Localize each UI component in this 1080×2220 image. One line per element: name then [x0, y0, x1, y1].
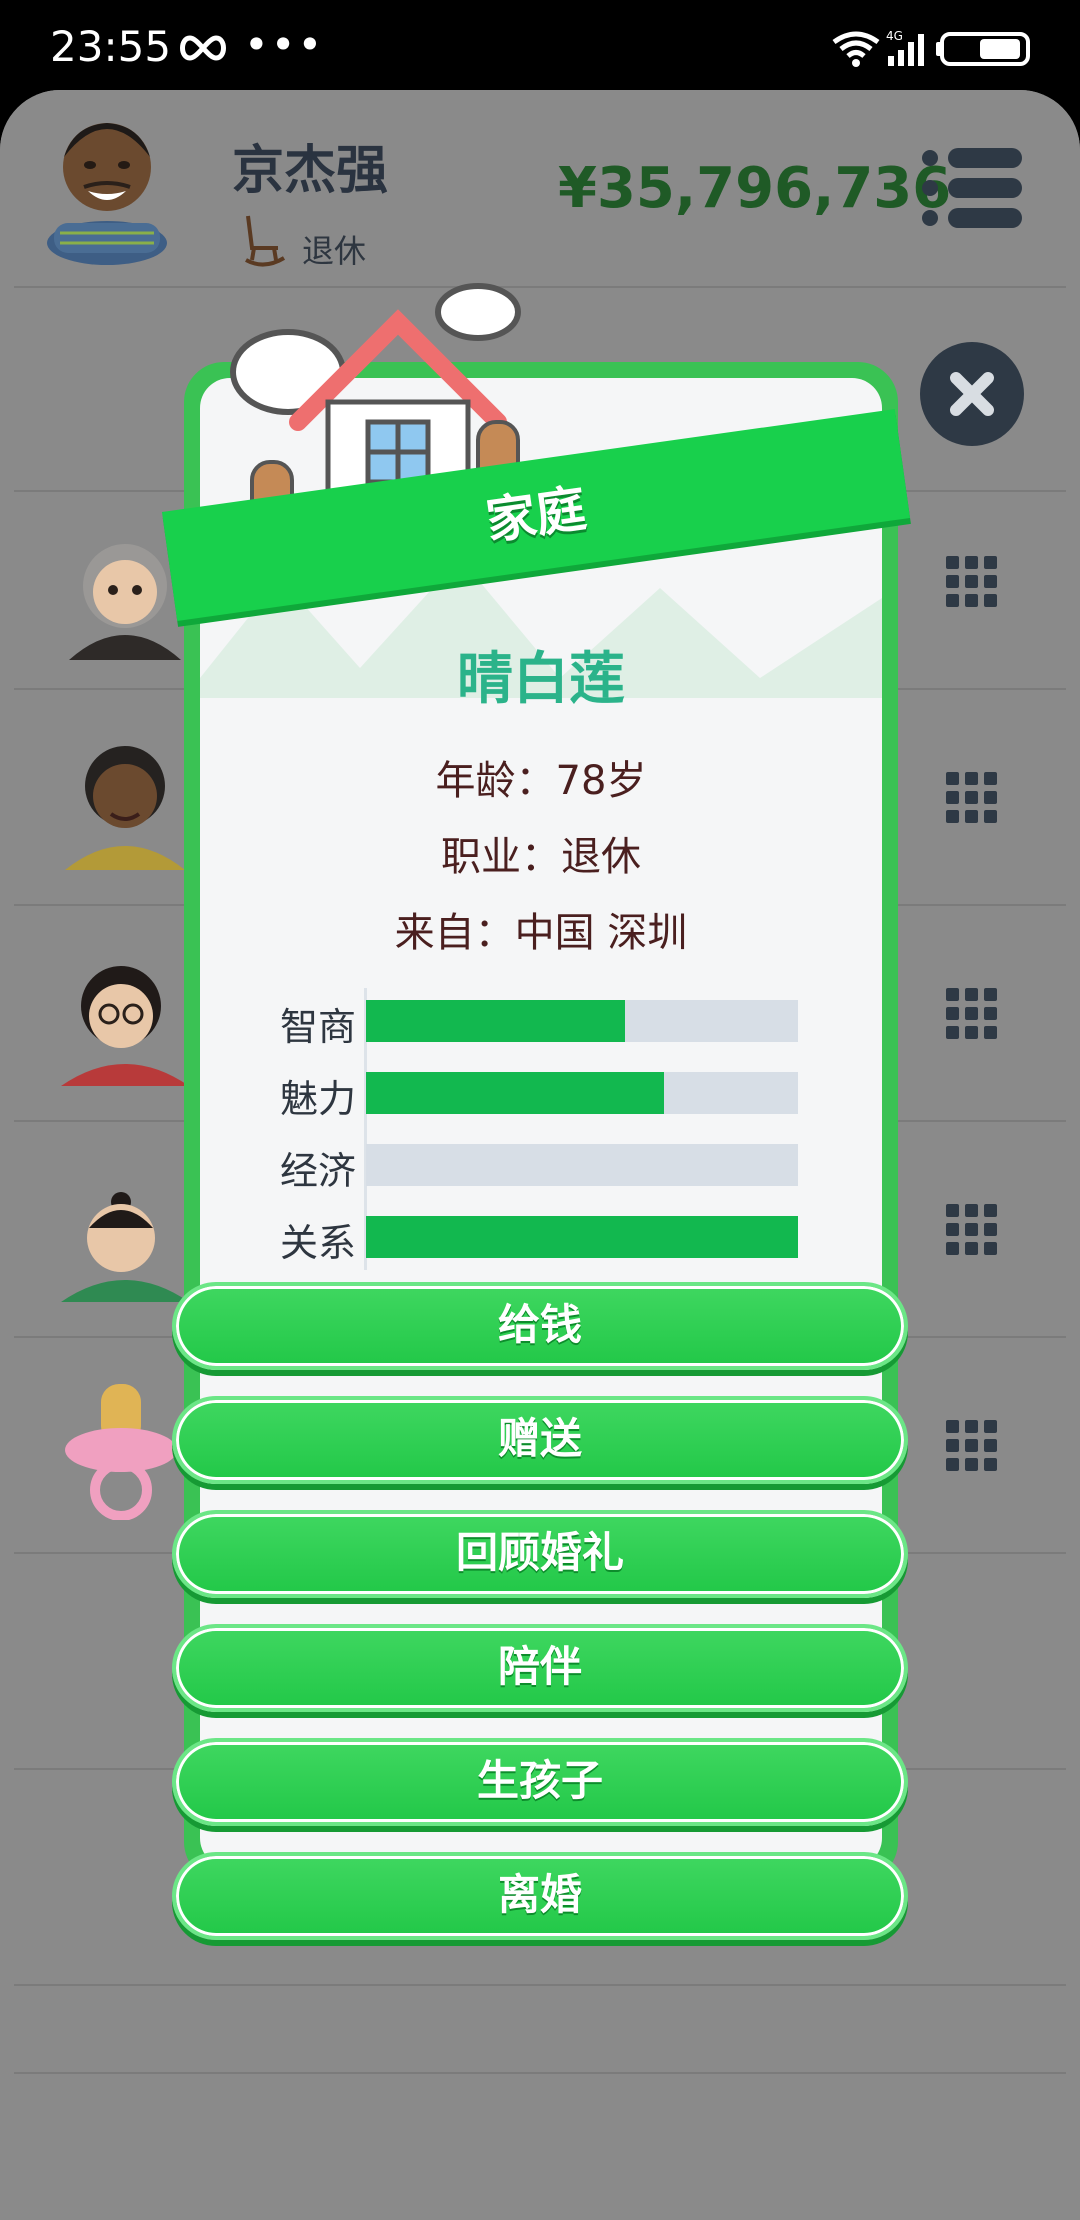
stat-fill-intelligence — [366, 1000, 626, 1042]
wifi-icon — [832, 31, 880, 67]
rocking-chair-icon — [245, 215, 286, 267]
status-time: 23:55 — [50, 22, 172, 71]
relative-age: 年龄：78岁 — [435, 758, 647, 804]
drag-handle-icon[interactable] — [946, 772, 998, 824]
accompany-button[interactable]: 陪伴 — [172, 1624, 908, 1712]
stat-bar-economy — [366, 1144, 798, 1186]
player-job: 退休 — [302, 232, 367, 270]
review-wedding-button[interactable]: 回顾婚礼 — [172, 1510, 908, 1598]
network-label: 4G — [886, 29, 903, 43]
infinity-icon — [180, 35, 226, 61]
relative-origin: 来自：中国 深圳 — [394, 910, 688, 956]
give-money-button[interactable]: 给钱 — [172, 1282, 908, 1370]
close-icon — [950, 372, 994, 416]
divider — [14, 1984, 1066, 1986]
status-right-icons: 4G — [832, 29, 1030, 67]
stat-bar-charm — [366, 1072, 798, 1114]
drag-handle-icon[interactable] — [946, 1204, 998, 1256]
stat-label-intelligence: 智商 — [279, 1005, 356, 1049]
stat-bar-relationship — [366, 1216, 798, 1258]
player-header: 京杰强 退休 ¥35,796,736 — [0, 90, 1080, 288]
stat-label-charm: 魅力 — [279, 1077, 356, 1121]
drag-handle-icon[interactable] — [946, 1420, 998, 1472]
close-button[interactable] — [920, 342, 1024, 446]
divorce-button[interactable]: 离婚 — [172, 1852, 908, 1940]
stat-label-economy: 经济 — [279, 1149, 356, 1193]
menu-icon[interactable] — [920, 146, 1024, 230]
screen: 23:55 ••• 4G 京杰强 退休 ¥35,796,736 家庭 晴白莲 年… — [0, 0, 1080, 2220]
stat-fill-relationship — [366, 1216, 798, 1258]
drag-handle-icon[interactable] — [946, 556, 998, 608]
battery-icon — [936, 32, 1030, 66]
status-bar: 23:55 ••• 4G — [0, 0, 1080, 90]
divider — [14, 2072, 1066, 2074]
drag-handle-icon[interactable] — [946, 988, 998, 1040]
stat-label-relationship: 关系 — [279, 1221, 356, 1265]
stat-bar-intelligence — [366, 1000, 798, 1042]
relative-avatar[interactable] — [55, 730, 195, 870]
relative-name: 晴白莲 — [457, 647, 625, 712]
player-name: 京杰强 — [232, 141, 389, 201]
gift-button[interactable]: 赠送 — [172, 1396, 908, 1484]
player-avatar[interactable] — [40, 105, 175, 265]
stat-fill-charm — [366, 1072, 665, 1114]
relative-job: 职业：退休 — [441, 834, 641, 880]
more-dots-icon: ••• — [244, 20, 325, 69]
player-money: ¥35,796,736 — [558, 156, 952, 221]
relative-avatar[interactable] — [55, 946, 195, 1086]
relative-avatar[interactable] — [55, 1162, 195, 1302]
have-child-button[interactable]: 生孩子 — [172, 1738, 908, 1826]
